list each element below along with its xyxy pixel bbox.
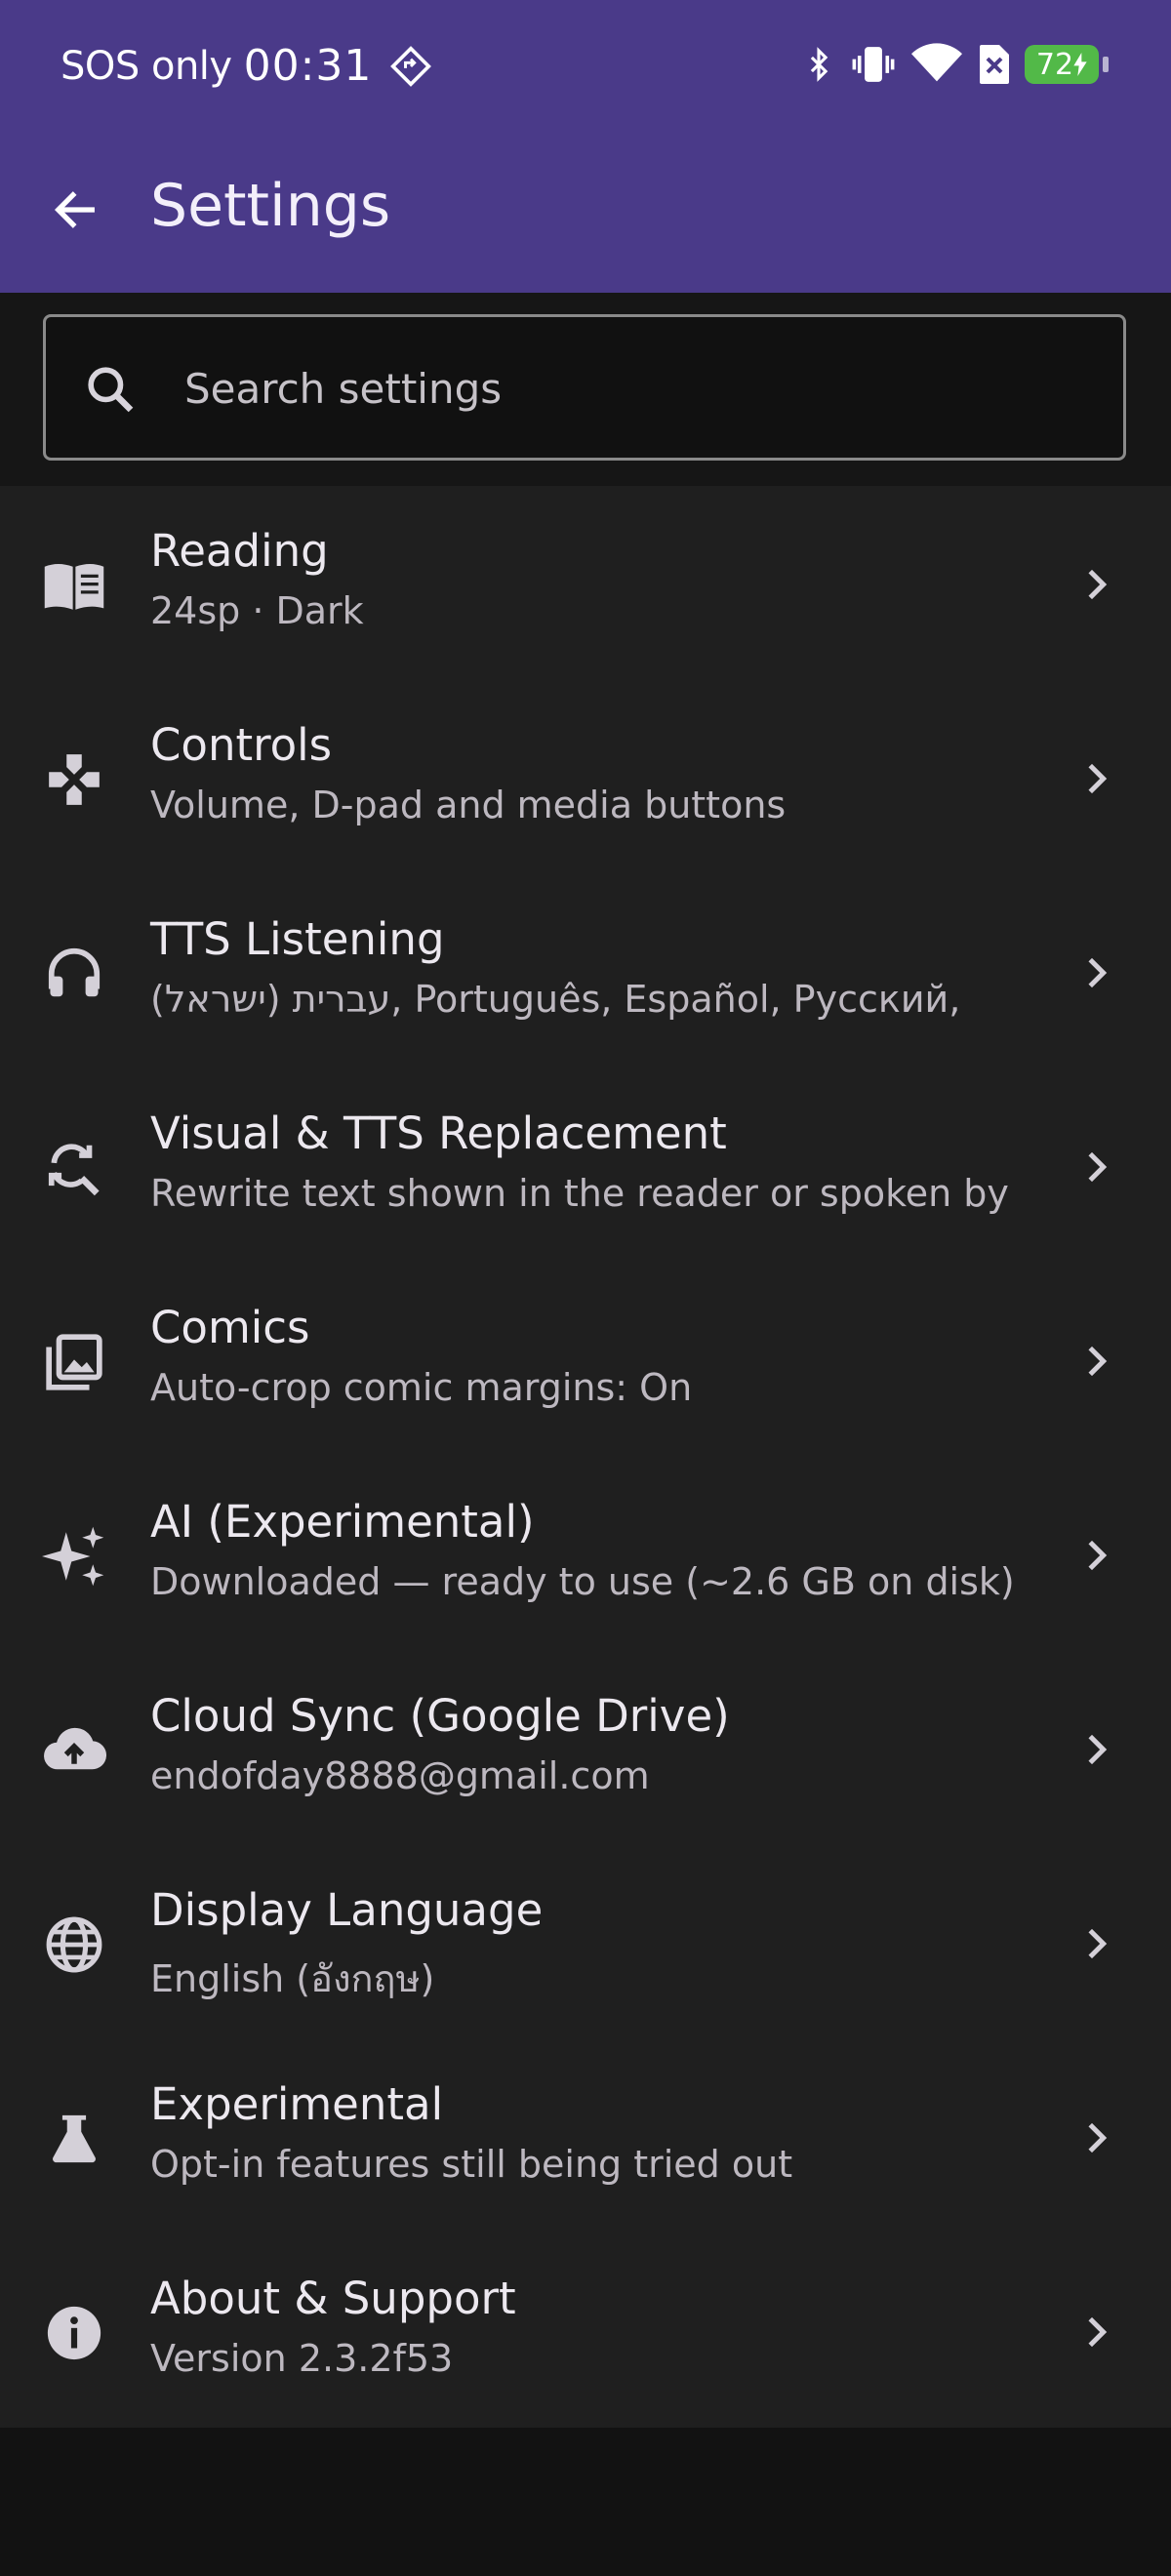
arrow-back-icon [54, 191, 95, 228]
battery-indicator: 72 [1025, 45, 1099, 84]
book-icon [39, 550, 109, 621]
settings-item-subtitle: Rewrite text shown in the reader or spok… [150, 1172, 1009, 1215]
title-row: Settings [0, 164, 1171, 252]
search-input[interactable] [182, 348, 1084, 428]
settings-item-label: Comics [150, 1302, 310, 1353]
settings-item-visual-tts-replacement[interactable]: Visual & TTS Replacement Rewrite text sh… [0, 1068, 1171, 1263]
info-icon [39, 2298, 109, 2368]
settings-item-label: About & Support [150, 2273, 516, 2324]
settings-item-subtitle: Version 2.3.2f53 [150, 2337, 454, 2380]
battery-level: 72 [1035, 47, 1074, 82]
chevron-right-icon [1073, 1921, 1118, 1966]
settings-item-reading[interactable]: Reading 24sp · Dark [0, 486, 1171, 680]
settings-item-ai-experimental[interactable]: AI (Experimental) Downloaded — ready to … [0, 1457, 1171, 1651]
status-right: 72 [788, 43, 1109, 86]
chevron-right-icon [1073, 562, 1118, 607]
status-clock: 00:31 [243, 41, 373, 91]
settings-item-comics[interactable]: Comics Auto-crop comic margins: On [0, 1263, 1171, 1457]
no-sim-icon [976, 43, 1011, 86]
chevron-right-icon [1073, 950, 1118, 995]
vibrate-icon [849, 43, 898, 86]
settings-item-subtitle: Auto-crop comic margins: On [150, 1366, 693, 1409]
status-bar: SOS only 00:31 72 [0, 35, 1171, 105]
settings-item-label: Display Language [150, 1884, 544, 1936]
settings-item-label: Cloud Sync (Google Drive) [150, 1690, 730, 1742]
settings-item-subtitle: Opt-in features still being tried out [150, 2143, 793, 2186]
chevron-right-icon [1073, 1145, 1118, 1189]
back-button[interactable] [43, 178, 107, 242]
sparkles-icon [39, 1521, 109, 1591]
charging-icon [1073, 53, 1087, 76]
settings-item-label: Experimental [150, 2078, 444, 2130]
wifi-icon [911, 43, 962, 86]
chevron-right-icon [1073, 1533, 1118, 1578]
settings-item-label: AI (Experimental) [150, 1496, 535, 1548]
photo-library-icon [39, 1327, 109, 1397]
settings-item-tts-listening[interactable]: TTS Listening (ישראל) עברית, Português, … [0, 874, 1171, 1068]
settings-item-subtitle: (ישראל) עברית, Português, Español, Русск… [150, 978, 961, 1021]
gamepad-icon [39, 745, 109, 815]
navigation-diamond-icon [389, 45, 432, 88]
settings-item-subtitle: endofday8888@gmail.com [150, 1754, 650, 1797]
settings-item-label: Visual & TTS Replacement [150, 1107, 727, 1159]
chevron-right-icon [1073, 756, 1118, 801]
settings-item-subtitle: English (อังกฤษ) [150, 1957, 435, 2000]
settings-item-controls[interactable]: Controls Volume, D-pad and media buttons [0, 680, 1171, 874]
bluetooth-icon [802, 43, 835, 86]
battery-nub [1103, 57, 1109, 72]
app-bar: SOS only 00:31 72 Settings [0, 0, 1171, 293]
chevron-right-icon [1073, 2310, 1118, 2355]
carrier-text: SOS only [61, 43, 232, 89]
globe-icon [39, 1910, 109, 1980]
chevron-right-icon [1073, 2115, 1118, 2160]
settings-item-label: Reading [150, 525, 329, 577]
chevron-right-icon [1073, 1339, 1118, 1384]
search-icon [83, 362, 138, 417]
page-title: Settings [150, 172, 391, 240]
settings-list: Reading 24sp · Dark Controls Volume, D-p… [0, 486, 1171, 2428]
settings-item-subtitle: Downloaded — ready to use (~2.6 GB on di… [150, 1560, 1015, 1603]
settings-item-label: TTS Listening [150, 913, 445, 965]
find-replace-icon [39, 1133, 109, 1203]
settings-item-subtitle: 24sp · Dark [150, 589, 364, 632]
settings-item-label: Controls [150, 719, 333, 771]
cloud-upload-icon [39, 1715, 109, 1786]
settings-item-experimental[interactable]: Experimental Opt-in features still being… [0, 2039, 1171, 2234]
chevron-right-icon [1073, 1727, 1118, 1772]
flask-icon [39, 2104, 109, 2174]
settings-item-about-support[interactable]: About & Support Version 2.3.2f53 [0, 2234, 1171, 2428]
settings-item-subtitle: Volume, D-pad and media buttons [150, 784, 787, 826]
search-section [0, 293, 1171, 486]
settings-item-cloud-sync[interactable]: Cloud Sync (Google Drive) endofday8888@g… [0, 1651, 1171, 1845]
search-box[interactable] [43, 314, 1126, 461]
settings-item-display-language[interactable]: Display Language English (อังกฤษ) [0, 1845, 1171, 2039]
status-left: SOS only 00:31 [61, 41, 432, 91]
headphones-icon [39, 939, 109, 1009]
